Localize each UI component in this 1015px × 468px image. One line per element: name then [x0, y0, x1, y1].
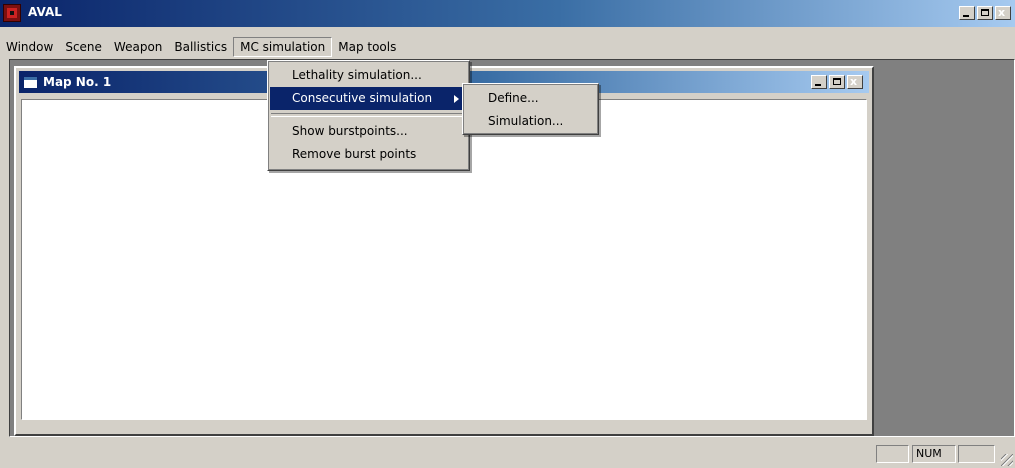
map-window-controls: x — [811, 75, 863, 89]
minimize-icon — [963, 15, 969, 17]
resize-grip[interactable] — [1001, 454, 1013, 466]
menubar: Window Scene Weapon Ballistics MC simula… — [0, 37, 402, 57]
menuitem-label: Show burstpoints... — [292, 124, 408, 138]
maximize-icon — [833, 78, 841, 85]
menu-ballistics[interactable]: Ballistics — [168, 37, 233, 57]
menuitem-show-burstpoints[interactable]: Show burstpoints... — [270, 120, 467, 143]
menuitem-label: Lethality simulation... — [292, 68, 422, 82]
menuitem-lethality-simulation[interactable]: Lethality simulation... — [270, 64, 467, 87]
menuitem-label: Consecutive simulation — [292, 91, 433, 105]
menuitem-label: Remove burst points — [292, 147, 417, 161]
menu-separator — [271, 113, 466, 117]
menu-map-tools[interactable]: Map tools — [332, 37, 402, 57]
menuitem-label: Define... — [488, 91, 539, 105]
app-titlebar[interactable]: AVAL x — [0, 0, 1015, 27]
map-close-button[interactable]: x — [847, 75, 863, 89]
map-minimize-button[interactable] — [811, 75, 827, 89]
statusbar: NUM — [0, 440, 1015, 468]
close-button[interactable]: x — [995, 6, 1011, 20]
menu-mc-simulation[interactable]: MC simulation — [233, 37, 333, 57]
menuitem-label: Simulation... — [488, 114, 564, 128]
status-pane-1 — [876, 445, 909, 463]
consecutive-simulation-submenu: Define... Simulation... — [462, 83, 599, 135]
app-window-controls: x — [959, 6, 1011, 20]
mc-simulation-dropdown: Lethality simulation... Consecutive simu… — [267, 60, 470, 171]
menu-scene[interactable]: Scene — [59, 37, 108, 57]
map-window-icon[interactable] — [23, 76, 38, 89]
menuitem-consecutive-simulation[interactable]: Consecutive simulation — [270, 87, 467, 110]
maximize-button[interactable] — [977, 6, 993, 20]
maximize-icon — [981, 9, 989, 16]
status-pane-3 — [958, 445, 995, 463]
submenu-arrow-icon — [454, 95, 459, 103]
map-maximize-button[interactable] — [829, 75, 845, 89]
app-title: AVAL — [28, 5, 62, 19]
menuitem-simulation[interactable]: Simulation... — [465, 110, 596, 133]
minimize-icon — [815, 84, 821, 86]
menu-window[interactable]: Window — [0, 37, 59, 57]
status-pane-num: NUM — [912, 445, 956, 463]
menuitem-remove-burst-points[interactable]: Remove burst points — [270, 143, 467, 166]
aval-app-icon[interactable] — [3, 4, 21, 22]
menuitem-define[interactable]: Define... — [465, 87, 596, 110]
map-window-title: Map No. 1 — [43, 75, 112, 89]
menu-weapon[interactable]: Weapon — [108, 37, 168, 57]
close-icon: x — [850, 75, 858, 88]
minimize-button[interactable] — [959, 6, 975, 20]
close-icon: x — [998, 6, 1006, 19]
